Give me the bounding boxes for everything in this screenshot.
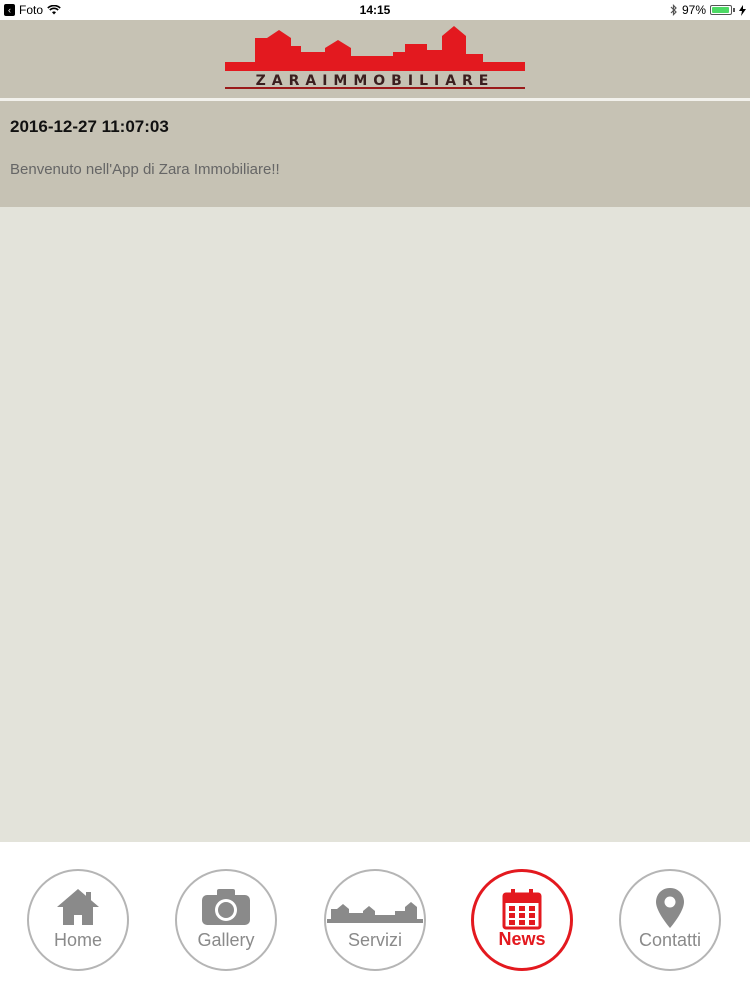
- tab-gallery[interactable]: Gallery: [175, 869, 277, 971]
- app-header: ZARAIMMOBILIARE: [0, 20, 750, 98]
- location-pin-icon: [656, 888, 684, 928]
- tab-servizi[interactable]: Servizi: [324, 869, 426, 971]
- status-time: 14:15: [359, 3, 391, 17]
- tab-home[interactable]: Home: [27, 869, 129, 971]
- news-body: Benvenuto nell'App di Zara Immobiliare!!: [10, 161, 280, 178]
- bottom-tab-bar: Home Gallery Servizi News Contatti: [0, 842, 750, 1000]
- bluetooth-icon: [670, 4, 677, 16]
- tab-news[interactable]: News: [471, 869, 573, 971]
- news-item[interactable]: 2016-12-27 11:07:03 Benvenuto nell'App d…: [0, 101, 750, 207]
- tab-contatti[interactable]: Contatti: [619, 869, 721, 971]
- tab-home-label: Home: [53, 930, 102, 950]
- battery-percent: 97%: [681, 3, 706, 17]
- skyline-icon: [327, 902, 423, 923]
- status-bar: ‹ Foto 14:15 97%: [0, 0, 750, 20]
- home-icon: [57, 889, 99, 925]
- content-empty-area: [0, 207, 750, 842]
- charging-bolt-icon: [739, 4, 746, 16]
- tab-gallery-label: Gallery: [197, 930, 255, 950]
- battery-level-fill: [712, 7, 730, 13]
- battery-tip: [733, 8, 735, 12]
- tab-contatti-label: Contatti: [638, 930, 702, 950]
- camera-icon: [202, 889, 250, 925]
- logo-text: ZARAIMMOBILIARE: [255, 73, 495, 89]
- tab-servizi-label: Servizi: [347, 930, 402, 950]
- news-date: 2016-12-27 11:07:03: [10, 117, 169, 136]
- tab-news-label: News: [498, 929, 546, 949]
- calendar-icon: [502, 889, 542, 930]
- battery-icon: [710, 5, 732, 15]
- zara-immobiliare-logo: ZARAIMMOBILIARE: [225, 24, 525, 94]
